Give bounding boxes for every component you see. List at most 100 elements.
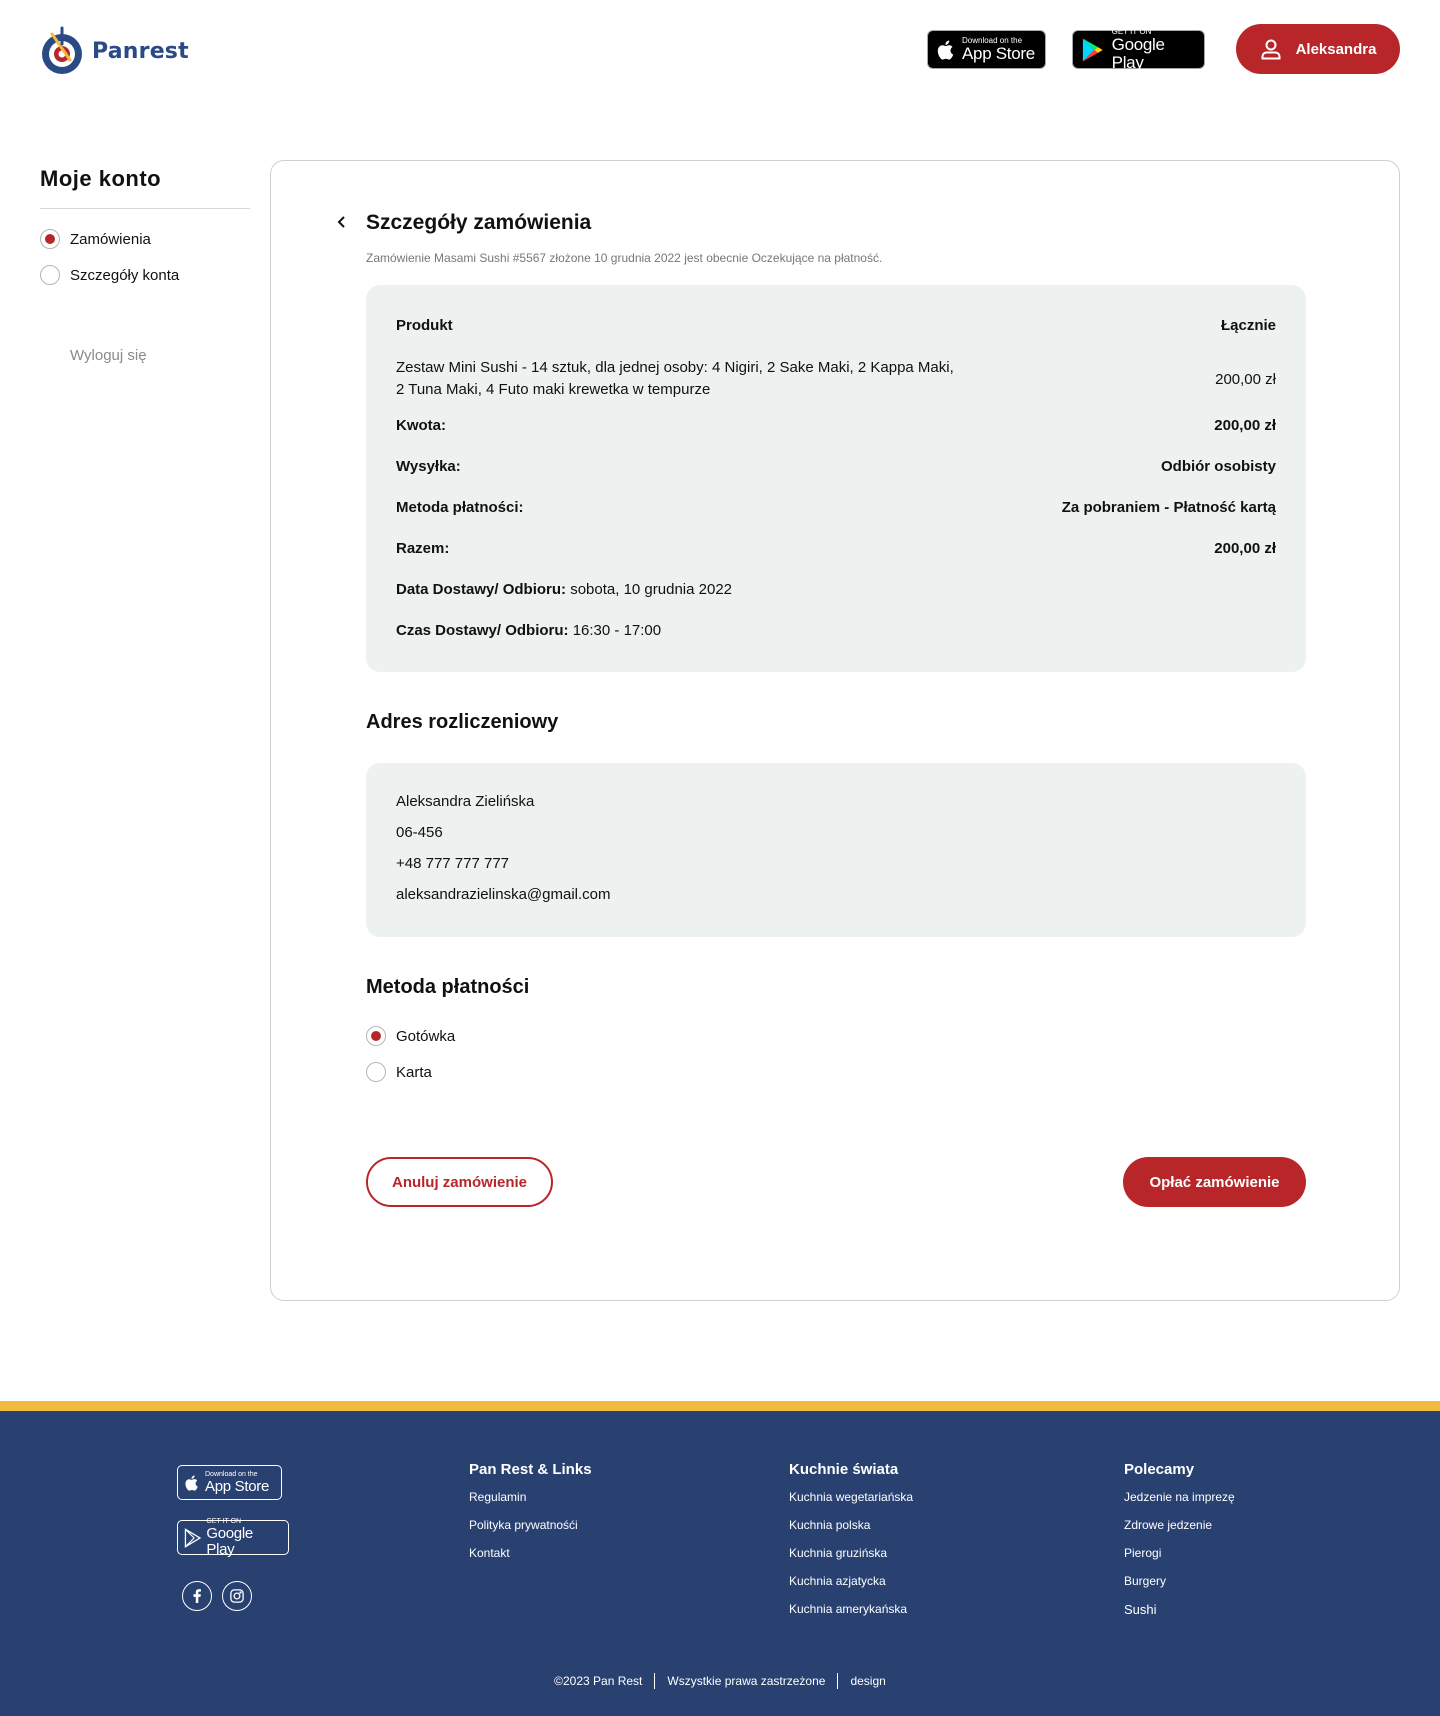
order-status-text: Zamówienie Masami Sushi #5567 złożone 10… [366, 251, 883, 265]
sidebar-item-orders[interactable]: Zamówienia [40, 221, 250, 257]
footer-link[interactable]: Kuchnia amerykańska [789, 1602, 913, 1630]
shipping-value: Odbiór osobisty [1160, 458, 1276, 475]
footer-link[interactable]: Kuchnia gruzińska [789, 1546, 913, 1574]
delivery-date-value: sobota, 10 grudnia 2022 [570, 581, 733, 598]
total-row: Razem: 200,00 zł [396, 540, 1276, 557]
payment-option-cash[interactable]: Gotówka [366, 1026, 455, 1046]
product-name-line2: 2 Tuna Maki, 4 Futo maki krewetka w temp… [396, 381, 711, 398]
order-title-row: Szczegóły zamówienia [337, 211, 1306, 235]
footer-link[interactable]: Pierogi [1124, 1546, 1235, 1574]
total-label: Razem: [396, 540, 450, 557]
footer-link[interactable]: Kuchnia wegetariańska [789, 1490, 913, 1518]
delivery-date-label: Data Dostawy/ Odbioru: [396, 581, 567, 598]
page-title: Szczegóły zamówienia [366, 211, 592, 234]
footer-col-recommended: Polecamy Jedzenie na imprezę Zdrowe jedz… [1124, 1461, 1235, 1630]
apple-icon [185, 1474, 198, 1491]
facebook-icon[interactable] [182, 1581, 212, 1611]
sidebar-item-account-details[interactable]: Szczegóły konta [40, 257, 250, 293]
back-chevron-icon[interactable] [336, 213, 356, 234]
design-link[interactable]: design [838, 1673, 897, 1689]
radio-selected-icon [40, 229, 60, 249]
payment-option-label: Karta [396, 1063, 432, 1081]
total-value: 200,00 zł [1214, 540, 1276, 557]
footer-bottom-bar: ©2023 Pan Rest Wszystkie prawa zastrzeżo… [0, 1673, 1440, 1689]
logout-link[interactable]: Wyloguj się [70, 347, 250, 364]
footer-link[interactable]: Zdrowe jedzenie [1124, 1518, 1235, 1546]
shipping-label: Wysyłka: [396, 458, 461, 475]
footer-app-store-big: App Store [205, 1477, 270, 1495]
footer-link[interactable]: Jedzenie na imprezę [1124, 1490, 1235, 1518]
logo[interactable]: Panrest [40, 26, 189, 76]
footer: Download on the App Store GET IT ON Goog… [0, 1411, 1440, 1716]
billing-email: aleksandrazielinska@gmail.com [396, 886, 611, 903]
amount-value: 200,00 zł [1214, 417, 1276, 434]
footer-col-title: Polecamy [1124, 1461, 1195, 1478]
product-price: 200,00 zł [1215, 370, 1276, 388]
google-play-icon [1082, 38, 1103, 61]
billing-postal: 06-456 [396, 824, 443, 841]
payment-method-options: Gotówka Karta [366, 1026, 1306, 1106]
logo-icon [42, 26, 82, 74]
sidebar-title: Moje konto [40, 166, 250, 209]
user-name: Aleksandra [1295, 40, 1377, 58]
delivery-date-row: Data Dostawy/ Odbioru: sobota, 10 grudni… [396, 581, 1276, 598]
footer-link-privacy[interactable]: Polityka prywatnośći [469, 1518, 592, 1546]
rights-text: Wszystkie prawa zastrzeżone [655, 1673, 839, 1689]
billing-phone: +48 777 777 777 [396, 855, 510, 872]
amount-row: Kwota: 200,00 zł [396, 417, 1276, 434]
footer-link-regulamin[interactable]: Regulamin [469, 1490, 592, 1518]
google-play-icon [184, 1527, 202, 1548]
cancel-order-button[interactable]: Anuluj zamówienie [366, 1157, 553, 1207]
sidebar-item-label: Zamówienia [70, 230, 151, 248]
delivery-time-row: Czas Dostawy/ Odbioru: 16:30 - 17:00 [396, 622, 1276, 639]
google-play-big: Google Play [1111, 35, 1165, 72]
apple-icon [937, 40, 954, 60]
product-header: Produkt [396, 317, 453, 334]
footer-col-title: Pan Rest & Links [469, 1461, 592, 1478]
footer-link[interactable]: Burgery [1124, 1574, 1235, 1602]
user-account-button[interactable]: Aleksandra [1236, 24, 1400, 74]
billing-title: Adres rozliczeniowy [366, 711, 559, 733]
payment-method-title: Metoda płatności [366, 976, 530, 998]
payment-option-card[interactable]: Karta [366, 1062, 432, 1082]
radio-selected-icon [366, 1026, 386, 1046]
shipping-row: Wysyłka: Odbiór osobisty [396, 458, 1276, 475]
billing-address-panel: Aleksandra Zielińska 06-456 +48 777 777 … [366, 763, 1306, 937]
product-name: Zestaw Mini Sushi - 14 sztuk, dla jednej… [396, 357, 1016, 401]
payment-value: Za pobraniem - Płatność kartą [1061, 499, 1276, 516]
footer-link[interactable]: Kuchnia polska [789, 1518, 913, 1546]
account-sidebar: Moje konto Zamówienia Szczegóły konta Wy… [40, 166, 250, 364]
amount-label: Kwota: [396, 417, 446, 434]
pay-order-button[interactable]: Opłać zamówienie [1123, 1157, 1306, 1207]
footer-google-play-big: Google Play [206, 1524, 253, 1558]
footer-link[interactable]: Kuchnia azjatycka [789, 1574, 913, 1602]
sidebar-item-label: Szczegóły konta [70, 266, 180, 284]
radio-unselected-icon [40, 265, 60, 285]
footer-link[interactable]: Sushi [1124, 1602, 1235, 1630]
user-icon [1261, 39, 1281, 60]
payment-label: Metoda płatności: [396, 499, 524, 516]
footer-col-links: Pan Rest & Links Regulamin Polityka pryw… [469, 1461, 592, 1574]
product-name-line1: Zestaw Mini Sushi - 14 sztuk, dla jednej… [396, 359, 954, 376]
billing-name: Aleksandra Zielińska [396, 793, 535, 810]
footer-app-store-badge[interactable]: Download on the App Store [177, 1465, 282, 1500]
footer-col-cuisines: Kuchnie świata Kuchnia wegetariańska Kuc… [789, 1461, 913, 1630]
delivery-time-value: 16:30 - 17:00 [572, 622, 662, 639]
radio-unselected-icon [366, 1062, 386, 1082]
copyright: ©2023 Pan Rest [542, 1673, 656, 1689]
order-details-card: Szczegóły zamówienia Zamówienie Masami S… [270, 160, 1400, 1301]
total-header: Łącznie [1220, 317, 1276, 334]
delivery-time-label: Czas Dostawy/ Odbioru: [396, 622, 569, 639]
google-play-badge[interactable]: GET IT ON Google Play [1072, 27, 1205, 72]
footer-google-play-badge[interactable]: GET IT ON Google Play [177, 1518, 289, 1558]
instagram-icon[interactable] [222, 1581, 252, 1611]
order-product-row: Zestaw Mini Sushi - 14 sztuk, dla jednej… [396, 357, 1276, 401]
app-store-big: App Store [962, 44, 1035, 63]
logo-text: Panrest [92, 38, 189, 64]
app-store-badge[interactable]: Download on the App Store [927, 30, 1046, 69]
footer-col-title: Kuchnie świata [789, 1461, 899, 1478]
footer-link-contact[interactable]: Kontakt [469, 1546, 592, 1574]
order-table-header: Produkt Łącznie [396, 317, 1276, 334]
order-summary-panel: Produkt Łącznie Zestaw Mini Sushi - 14 s… [366, 285, 1306, 672]
payment-row: Metoda płatności: Za pobraniem - Płatnoś… [396, 499, 1276, 516]
